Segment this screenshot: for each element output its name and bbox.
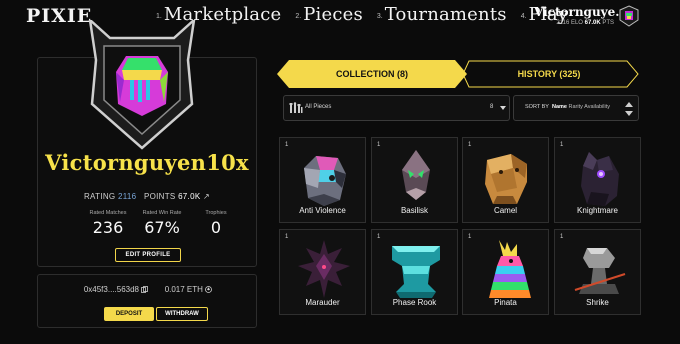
- rating-value: 2116: [117, 192, 137, 201]
- piece-count: 1: [468, 142, 472, 148]
- stat-value: 67%: [144, 218, 180, 237]
- edit-profile-button[interactable]: EDIT PROFILE: [115, 248, 181, 262]
- piece-name: Basilisk: [400, 206, 429, 215]
- piece-name: Pinata: [494, 298, 517, 307]
- piece-count: 1: [285, 142, 289, 148]
- user-menu[interactable]: Victornguye... 2116 ELO 67.0K PTS: [534, 5, 628, 26]
- copy-icon[interactable]: [141, 286, 149, 293]
- piece-name: Anti Violence: [299, 206, 346, 215]
- piece-card-anti-violence[interactable]: 1 Anti Violence: [279, 137, 366, 223]
- collection-tabs: COLLECTION (8) HISTORY (325): [277, 60, 639, 88]
- sort-control[interactable]: SORT BY Name Rarity Availability: [513, 95, 639, 121]
- deposit-button[interactable]: DEPOSIT: [104, 307, 154, 321]
- stat-trophies: Trophies 0: [192, 210, 240, 237]
- phase-rook-piece-icon: [392, 246, 440, 298]
- basilisk-piece-icon: [402, 150, 430, 200]
- user-elo-unit: ELO: [570, 20, 583, 26]
- main-nav: 1. Marketplace 2. Pieces 3. Tournaments …: [156, 4, 568, 25]
- knight-crest-icon: [88, 20, 196, 150]
- user-name: Victornguye...: [534, 5, 628, 19]
- sort-option-availability[interactable]: Availability: [584, 104, 610, 110]
- player-name: Victornguyen10x: [45, 150, 249, 175]
- wallet-address[interactable]: 0x45f3....563d8: [84, 285, 139, 294]
- piece-name: Marauder: [305, 298, 340, 307]
- stat-label: Trophies: [205, 210, 227, 216]
- sort-arrows-icon[interactable]: [624, 101, 634, 117]
- trend-arrow-icon: ↗: [203, 192, 211, 201]
- wallet-card: 0x45f3....563d8 0.017 ETH DEPOSIT WITHDR…: [37, 274, 257, 328]
- tab-history[interactable]: HISTORY (325): [459, 60, 639, 88]
- pieces-count: 8: [490, 104, 494, 110]
- user-points: 67.0K: [584, 20, 601, 26]
- piece-count: 1: [560, 234, 564, 240]
- user-elo: 2116: [556, 20, 570, 26]
- nav-number: 4.: [520, 13, 527, 20]
- nav-tournaments[interactable]: 3. Tournaments: [377, 4, 507, 25]
- piece-name: Shrike: [586, 298, 609, 307]
- piece-card-pinata[interactable]: 1 Pinata: [462, 229, 549, 315]
- user-elo-points: 2116 ELO 67.0K PTS: [534, 20, 614, 26]
- piece-card-camel[interactable]: 1 Camel: [462, 137, 549, 223]
- stat-value: 236: [92, 218, 124, 237]
- tab-collection[interactable]: COLLECTION (8): [277, 60, 467, 88]
- piece-count: 1: [560, 142, 564, 148]
- piece-card-knightmare[interactable]: 1 Knightmare: [554, 137, 641, 223]
- sort-option-rarity[interactable]: Rarity: [569, 104, 583, 110]
- anti-violence-piece-icon: [304, 156, 346, 206]
- wallet-line: 0x45f3....563d8 0.017 ETH: [38, 285, 258, 294]
- pinata-piece-icon: [489, 240, 531, 298]
- piece-name: Camel: [493, 206, 518, 215]
- sort-option-name[interactable]: Name: [552, 104, 567, 110]
- chevron-down-icon: [500, 106, 506, 110]
- withdraw-button[interactable]: WITHDRAW: [156, 307, 208, 321]
- piece-count: 1: [468, 234, 472, 240]
- nav-number: 2.: [295, 13, 302, 20]
- pieces-filter-label: All Pieces: [305, 104, 332, 110]
- piece-count: 1: [285, 234, 289, 240]
- sort-by-label: SORT BY: [525, 104, 549, 110]
- stat-label: Rated Matches: [89, 210, 127, 216]
- eth-icon: [205, 286, 213, 293]
- nav-label: Tournaments: [384, 4, 507, 25]
- pieces-filter-select[interactable]: All Pieces 8: [283, 95, 510, 121]
- rating-label: RATING: [83, 192, 116, 201]
- filter-bar: All Pieces 8 SORT BY Name Rarity Availab…: [283, 95, 639, 121]
- stat-label: Rated Win Rate: [142, 210, 182, 216]
- sort-options: SORT BY Name Rarity Availability: [525, 104, 610, 110]
- stat-rated-matches: Rated Matches 236: [84, 210, 132, 237]
- nav-pieces[interactable]: 2. Pieces: [295, 4, 363, 25]
- piece-count: 1: [377, 234, 381, 240]
- piece-card-shrike[interactable]: 1 Shrike: [554, 229, 641, 315]
- piece-name: Phase Rook: [392, 298, 437, 307]
- nav-number: 3.: [376, 13, 383, 20]
- stat-win-rate: Rated Win Rate 67%: [138, 210, 186, 237]
- stat-value: 0: [210, 218, 222, 237]
- nav-label: Pieces: [303, 4, 363, 25]
- knightmare-piece-icon: [581, 152, 619, 206]
- nav-number: 1.: [156, 13, 162, 20]
- user-points-unit: PTS: [602, 20, 614, 26]
- shrike-piece-icon: [574, 248, 626, 294]
- avatar[interactable]: [618, 5, 640, 27]
- rating-points-line: RATING 2116 POINTS 67.0K ↗: [37, 192, 257, 201]
- piece-card-marauder[interactable]: 1 Marauder: [279, 229, 366, 315]
- marauder-piece-icon: [298, 240, 350, 298]
- piece-count: 1: [377, 142, 381, 148]
- piece-name: Knightmare: [577, 206, 618, 215]
- camel-piece-icon: [485, 154, 527, 204]
- points-value: 67.0K: [178, 192, 201, 201]
- piece-card-basilisk[interactable]: 1 Basilisk: [371, 137, 458, 223]
- piece-card-phase-rook[interactable]: 1 Phase Rook: [371, 229, 458, 315]
- pieces-grid: 1 Anti Violence 1 Basilisk 1 Camel 1 Kni…: [279, 137, 641, 317]
- points-label: POINTS: [143, 192, 176, 201]
- wallet-balance: 0.017 ETH: [164, 285, 203, 294]
- profile-stats: Rated Matches 236 Rated Win Rate 67% Tro…: [84, 210, 240, 237]
- chess-pieces-icon: [289, 102, 303, 113]
